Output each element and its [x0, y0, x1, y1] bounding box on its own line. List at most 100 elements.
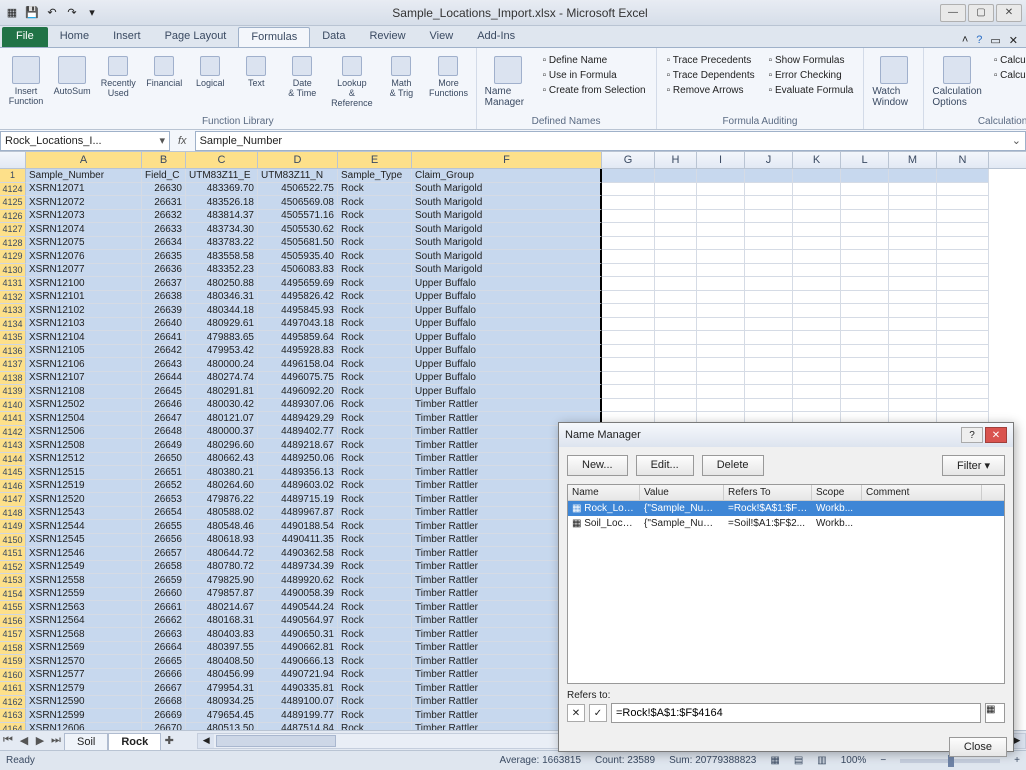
cell[interactable]	[655, 277, 697, 291]
cell[interactable]	[793, 358, 841, 372]
cell[interactable]: XSRN12568	[26, 628, 142, 642]
cell[interactable]: 26636	[142, 264, 186, 278]
cell[interactable]: 26669	[142, 709, 186, 723]
column-header[interactable]: D	[258, 152, 338, 168]
cell[interactable]: 480030.42	[186, 399, 258, 413]
row-header[interactable]: 4164	[0, 723, 26, 731]
cell[interactable]: XSRN12546	[26, 547, 142, 561]
cell[interactable]	[937, 304, 989, 318]
sheet-nav-first-icon[interactable]: ⏮	[0, 734, 16, 747]
cell[interactable]	[841, 210, 889, 224]
cell[interactable]: 480264.60	[186, 480, 258, 494]
cell[interactable]	[602, 345, 655, 359]
cell[interactable]	[602, 277, 655, 291]
cell[interactable]	[655, 399, 697, 413]
cell[interactable]: 4490335.81	[258, 682, 338, 696]
cell[interactable]: XSRN12569	[26, 642, 142, 656]
cell[interactable]	[793, 169, 841, 183]
more-functions-button[interactable]: MoreFunctions	[427, 54, 469, 100]
cell[interactable]: 4490544.24	[258, 601, 338, 615]
cell[interactable]: 26640	[142, 318, 186, 332]
cell[interactable]	[841, 385, 889, 399]
cell[interactable]	[793, 399, 841, 413]
cell[interactable]	[889, 358, 937, 372]
math-trig-button[interactable]: Math& Trig	[381, 54, 421, 100]
cell[interactable]	[655, 264, 697, 278]
cell[interactable]: Rock	[338, 696, 412, 710]
refers-to-input[interactable]	[611, 703, 981, 723]
cell[interactable]: 4495659.69	[258, 277, 338, 291]
cell[interactable]	[655, 331, 697, 345]
cell[interactable]: Rock	[338, 682, 412, 696]
cell[interactable]	[655, 196, 697, 210]
row-header[interactable]: 4145	[0, 466, 26, 480]
cell[interactable]	[602, 169, 655, 183]
minimize-ribbon-icon[interactable]: ˄	[962, 34, 968, 47]
cell[interactable]	[602, 183, 655, 197]
cell[interactable]: 480168.31	[186, 615, 258, 629]
column-header[interactable]: G	[602, 152, 655, 168]
remove-arrows-button[interactable]: ▫ Remove Arrows	[663, 84, 759, 97]
cell[interactable]	[745, 291, 793, 305]
cell[interactable]: 483558.58	[186, 250, 258, 264]
cell[interactable]	[602, 372, 655, 386]
cell[interactable]: UTM83Z11_N	[258, 169, 338, 183]
cell[interactable]	[697, 372, 745, 386]
cell[interactable]	[745, 345, 793, 359]
cell[interactable]: XSRN12077	[26, 264, 142, 278]
cell[interactable]: 4505530.62	[258, 223, 338, 237]
cell[interactable]	[793, 237, 841, 251]
cell[interactable]	[655, 318, 697, 332]
cell[interactable]: South Marigold	[412, 237, 602, 251]
cell[interactable]: 26654	[142, 507, 186, 521]
cell[interactable]: 26657	[142, 547, 186, 561]
cell[interactable]	[655, 237, 697, 251]
cell[interactable]: 26662	[142, 615, 186, 629]
column-header[interactable]: C	[186, 152, 258, 168]
cell[interactable]: Upper Buffalo	[412, 372, 602, 386]
cell[interactable]: 480403.83	[186, 628, 258, 642]
cell[interactable]	[745, 169, 793, 183]
cell[interactable]: Field_C	[142, 169, 186, 183]
cell[interactable]: 480346.31	[186, 291, 258, 305]
row-header[interactable]: 4147	[0, 493, 26, 507]
cell[interactable]: 4505681.50	[258, 237, 338, 251]
cell[interactable]	[697, 304, 745, 318]
cell[interactable]: XSRN12508	[26, 439, 142, 453]
cell[interactable]	[889, 291, 937, 305]
cell[interactable]	[841, 291, 889, 305]
cell[interactable]: 480296.60	[186, 439, 258, 453]
cell[interactable]: 480121.07	[186, 412, 258, 426]
names-list[interactable]: NameValueRefers ToScopeComment ▦ Rock_Lo…	[567, 484, 1005, 684]
row-header[interactable]: 4136	[0, 345, 26, 359]
column-header[interactable]: F	[412, 152, 602, 168]
cell[interactable]: Claim_Group	[412, 169, 602, 183]
tab-data[interactable]: Data	[310, 27, 357, 47]
cell[interactable]: XSRN12107	[26, 372, 142, 386]
cell[interactable]: South Marigold	[412, 223, 602, 237]
cell[interactable]: XSRN12606	[26, 723, 142, 731]
cell[interactable]: 479954.31	[186, 682, 258, 696]
cell[interactable]	[937, 345, 989, 359]
cell[interactable]: Rock	[338, 399, 412, 413]
tab-review[interactable]: Review	[357, 27, 417, 47]
cell[interactable]	[655, 291, 697, 305]
row-header[interactable]: 4128	[0, 237, 26, 251]
cell[interactable]: Rock	[338, 345, 412, 359]
cell[interactable]: 4490666.13	[258, 655, 338, 669]
cell[interactable]	[602, 196, 655, 210]
sheet-nav-last-icon[interactable]: ⏭	[48, 734, 64, 747]
cell[interactable]: Upper Buffalo	[412, 318, 602, 332]
cancel-refers-icon[interactable]: ✕	[567, 704, 585, 722]
row-header[interactable]: 4150	[0, 534, 26, 548]
cell[interactable]	[793, 264, 841, 278]
cell[interactable]: 4496092.20	[258, 385, 338, 399]
cell[interactable]	[793, 277, 841, 291]
row-header[interactable]: 4137	[0, 358, 26, 372]
name-list-row[interactable]: ▦ Rock_Locatio...{"Sample_Numb...=Rock!$…	[568, 501, 1004, 516]
delete-button[interactable]: Delete	[702, 455, 764, 476]
cell[interactable]: 480380.21	[186, 466, 258, 480]
column-header[interactable]: A	[26, 152, 142, 168]
row-header[interactable]: 4143	[0, 439, 26, 453]
redo-icon[interactable]: ↷	[64, 6, 80, 19]
